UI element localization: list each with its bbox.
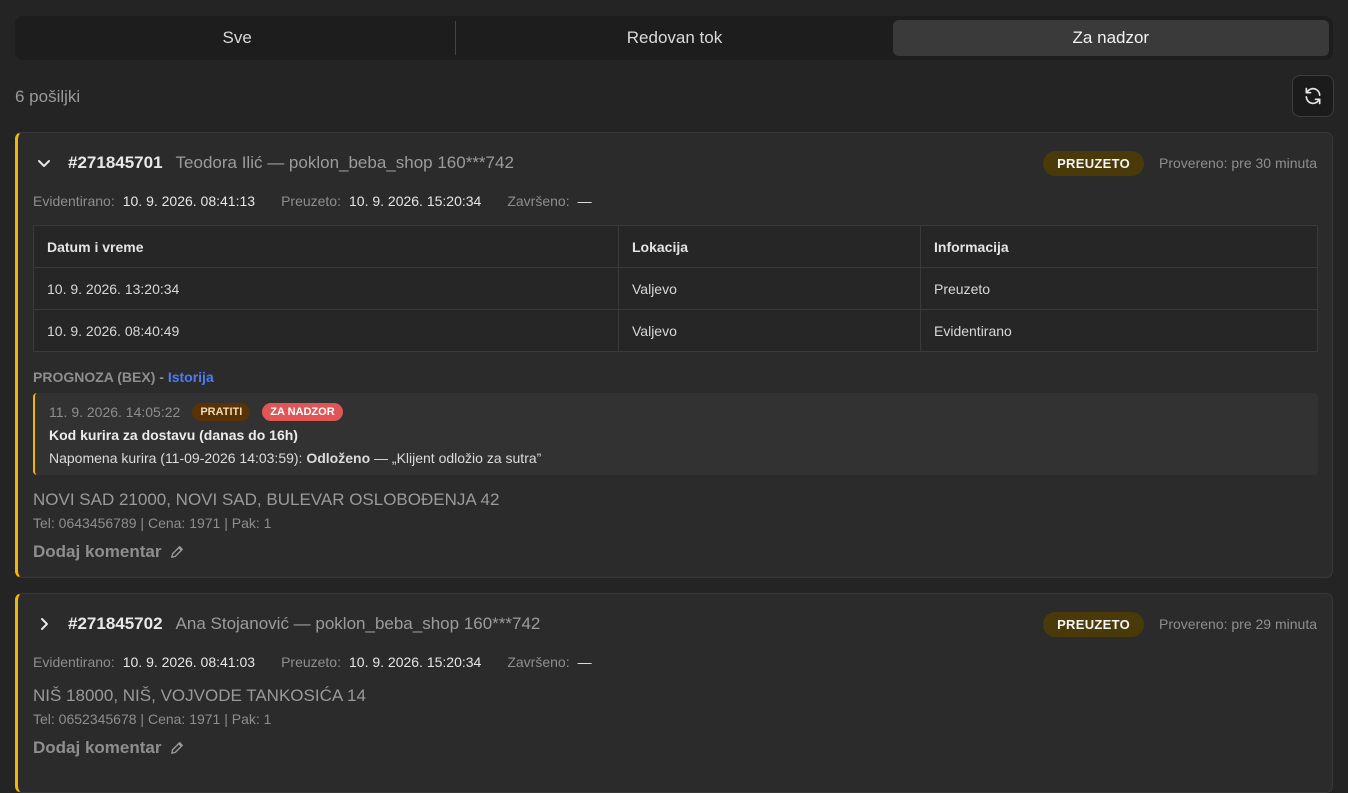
refresh-icon (1305, 87, 1321, 105)
delivery-address: NIŠ 18000, NIŠ, VOJVODE TANKOSIĆA 14 (33, 686, 366, 705)
add-comment-label: Dodaj komentar (33, 738, 162, 757)
done-value: — (577, 193, 592, 209)
note-suffix: — „Klijent odložio za sutra” (370, 450, 542, 466)
status-badge: PREUZETO (1043, 611, 1145, 637)
table-cell: 10. 9. 2026. 13:20:34 (33, 267, 619, 310)
shipment-dates: Evidentirano: 10. 9. 2026. 08:41:13 Preu… (33, 193, 618, 209)
shipment-meta: Tel: 0643456789 | Cena: 1971 | Pak: 1 (33, 515, 272, 531)
customer-info: Ana Stojanović — poklon_beba_shop 160***… (175, 614, 541, 633)
note-time: 11. 9. 2026. 14:05:22 (49, 403, 181, 420)
order-id[interactable]: #271845701 (68, 153, 163, 173)
courier-note: Napomena kurira (11-09-2026 14:03:59): O… (49, 450, 1304, 466)
shipment-card: #271845701 Teodora Ilić — poklon_beba_sh… (15, 132, 1333, 578)
expand-button[interactable] (34, 614, 54, 634)
note-status: Odloženo (306, 450, 371, 466)
history-link[interactable]: Istorija (168, 369, 214, 385)
add-comment-button[interactable]: Dodaj komentar (33, 542, 184, 562)
picked-value: 10. 9. 2026. 15:20:34 (349, 654, 482, 670)
chevron-right-icon (41, 618, 48, 630)
registered-label: Evidentirano: (33, 654, 115, 670)
note-title: Kod kurira za dostavu (danas do 16h) (49, 427, 298, 443)
add-comment-button[interactable]: Dodaj komentar (33, 738, 184, 758)
checked-time: Provereno: pre 29 minuta (1159, 616, 1317, 632)
card-header: #271845702 Ana Stojanović — poklon_beba_… (33, 611, 1317, 637)
table-cell: Valjevo (618, 267, 921, 310)
table-cell: Preuzeto (920, 267, 1318, 310)
registered-value: 10. 9. 2026. 08:41:13 (122, 193, 256, 209)
pencil-icon (171, 742, 184, 754)
shipment-card: #271845702 Ana Stojanović — poklon_beba_… (15, 593, 1333, 793)
tag-za-nadzor: ZA NADZOR (262, 402, 343, 421)
done-label: Završeno: (507, 654, 570, 670)
tab-redovan-tok[interactable]: Redovan tok (456, 20, 892, 56)
prognosis-heading: PROGNOZA (BEX) - Istorija (33, 369, 214, 385)
delivery-address: NOVI SAD 21000, NOVI SAD, BULEVAR OSLOBO… (33, 490, 500, 509)
done-label: Završeno: (507, 193, 570, 209)
collapse-button[interactable] (34, 153, 54, 173)
pencil-icon (171, 546, 184, 558)
shipment-meta: Tel: 0652345678 | Cena: 1971 | Pak: 1 (33, 711, 272, 727)
table-cell: Valjevo (618, 309, 921, 352)
prognosis-separator: - (155, 369, 168, 385)
card-header: #271845701 Teodora Ilić — poklon_beba_sh… (33, 150, 1317, 176)
table-cell: Evidentirano (920, 309, 1318, 352)
add-comment-label: Dodaj komentar (33, 542, 162, 561)
prognosis-label: PROGNOZA (BEX) (33, 369, 156, 385)
registered-value: 10. 9. 2026. 08:41:03 (122, 654, 256, 670)
column-header: Datum i vreme (33, 225, 619, 268)
refresh-button[interactable] (1292, 75, 1334, 117)
order-id[interactable]: #271845702 (68, 614, 163, 634)
tag-pratiti: PRATITI (192, 402, 251, 421)
picked-value: 10. 9. 2026. 15:20:34 (349, 193, 482, 209)
done-value: — (577, 654, 592, 670)
column-header: Informacija (920, 225, 1318, 268)
picked-label: Preuzeto: (281, 654, 341, 670)
registered-label: Evidentirano: (33, 193, 115, 209)
shipment-count: 6 pošiljki (15, 87, 81, 106)
prognosis-note: 11. 9. 2026. 14:05:22 PRATITI ZA NADZOR … (33, 393, 1318, 475)
tab-za-nadzor[interactable]: Za nadzor (892, 20, 1329, 56)
shipment-dates: Evidentirano: 10. 9. 2026. 08:41:03 Preu… (33, 654, 618, 670)
customer-info: Teodora Ilić — poklon_beba_shop 160***74… (175, 153, 514, 172)
table-row: 10. 9. 2026. 13:20:34 Valjevo Preuzeto (33, 267, 1318, 310)
chevron-down-icon (38, 160, 50, 167)
table-row: 10. 9. 2026. 08:40:49 Valjevo Evidentira… (33, 309, 1318, 352)
tab-sve[interactable]: Sve (19, 20, 455, 56)
note-prefix: Napomena kurira (11-09-2026 14:03:59): (49, 450, 307, 466)
table-cell: 10. 9. 2026. 08:40:49 (33, 309, 619, 352)
tracking-table: Datum i vreme Lokacija Informacija 10. 9… (33, 225, 1318, 352)
column-header: Lokacija (618, 225, 921, 268)
table-header-row: Datum i vreme Lokacija Informacija (33, 225, 1318, 268)
picked-label: Preuzeto: (281, 193, 341, 209)
status-badge: PREUZETO (1043, 150, 1145, 176)
checked-time: Provereno: pre 30 minuta (1159, 155, 1317, 171)
filter-tabs: Sve Redovan tok Za nadzor (15, 16, 1333, 60)
